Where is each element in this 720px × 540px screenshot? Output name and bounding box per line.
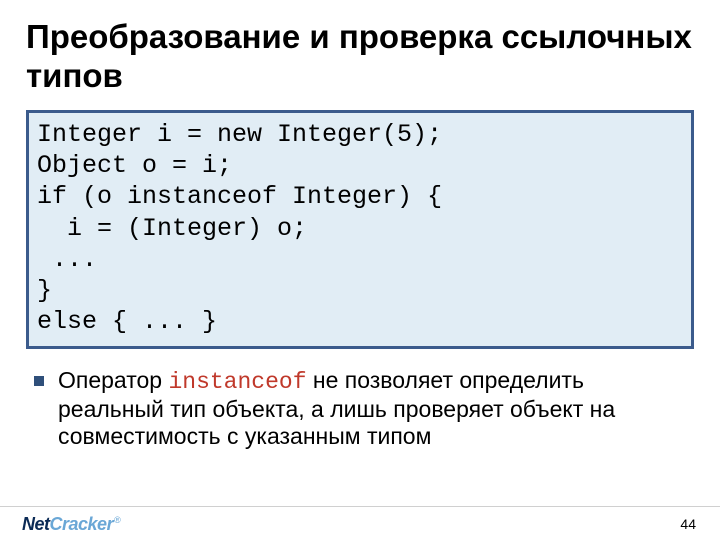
logo-registered-icon: ® <box>114 516 121 525</box>
keyword-instanceof: instanceof <box>168 369 306 395</box>
logo-text-net: Net <box>22 515 50 533</box>
logo: NetCracker® <box>22 515 121 533</box>
bullet-marker-icon <box>34 376 44 386</box>
slide: Преобразование и проверка ссылочных типо… <box>0 0 720 540</box>
bullet-item: Оператор instanceof не позволяет определ… <box>34 367 694 450</box>
logo-text-cracker: Cracker <box>50 515 114 533</box>
slide-title: Преобразование и проверка ссылочных типо… <box>26 18 694 96</box>
page-number: 44 <box>680 516 696 532</box>
footer: NetCracker® 44 <box>0 506 720 540</box>
bullet-list: Оператор instanceof не позволяет определ… <box>26 367 694 450</box>
bullet-text: Оператор instanceof не позволяет определ… <box>58 367 694 450</box>
bullet-text-pre: Оператор <box>58 367 168 393</box>
code-example: Integer i = new Integer(5); Object o = i… <box>26 110 694 349</box>
